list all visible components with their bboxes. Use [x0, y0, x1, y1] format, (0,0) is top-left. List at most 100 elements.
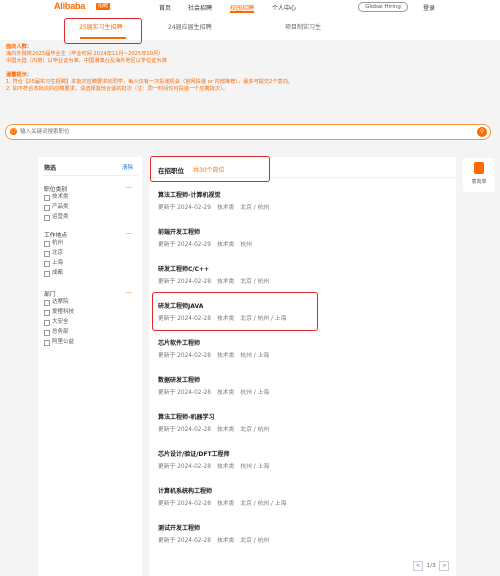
job-updated: 更新于 2024-02-28	[158, 353, 211, 359]
job-meta: 更新于 2024-02-28 技术类 北京 / 杭州	[158, 276, 448, 285]
prev-page-button[interactable]: <	[413, 561, 423, 571]
job-item[interactable]: 算法工程师-计算机视觉 更新于 2024-02-29 技术类 北京 / 杭州	[158, 190, 448, 220]
checkbox[interactable]	[44, 241, 50, 247]
intention-list-widget[interactable]: 意向单	[463, 158, 495, 192]
checkbox[interactable]	[44, 320, 50, 326]
checkbox[interactable]	[44, 261, 50, 267]
nav-social-recruit[interactable]: 社会招聘	[188, 3, 212, 12]
job-item[interactable]: 芯片软件工程师 更新于 2024-02-28 技术类 杭州 / 上海	[158, 338, 448, 368]
checkbox[interactable]	[44, 205, 50, 211]
checkbox[interactable]	[44, 251, 50, 257]
filter-option[interactable]: 北京	[44, 248, 136, 258]
filter-option[interactable]: 总务部	[44, 327, 136, 337]
checkbox[interactable]	[44, 215, 50, 221]
job-item[interactable]: 算法工程师-机器学习 更新于 2024-02-28 技术类 北京 / 杭州	[158, 412, 448, 442]
search-icon: ○	[10, 128, 17, 135]
job-category: 技术类	[216, 242, 235, 248]
logo-badge: 招聘	[96, 3, 111, 10]
job-title[interactable]: 前端开发工程师	[158, 227, 448, 236]
filter-group-title[interactable]: 职位类别 —	[44, 184, 136, 193]
job-updated: 更新于 2024-02-29	[158, 205, 211, 211]
job-category: 技术类	[216, 279, 235, 285]
job-meta: 更新于 2024-02-28 技术类 杭州 / 上海	[158, 461, 448, 470]
collapse-icon[interactable]: —	[126, 289, 132, 296]
job-item[interactable]: 数据研发工程师 更新于 2024-02-28 技术类 杭州 / 上海	[158, 375, 448, 405]
job-item[interactable]: 芯片设计/验证/DFT工程师 更新于 2024-02-28 技术类 杭州 / 上海	[158, 449, 448, 479]
filter-group-location: 工作地点 — 杭州 北京 上海 成都	[44, 230, 136, 278]
checkbox[interactable]	[44, 310, 50, 316]
job-category: 技术类	[216, 390, 235, 396]
job-category: 技术类	[216, 538, 235, 544]
notice-panel: 面向人群： 海内外院校2025届毕业生（毕业时间 2024年11月~2025年1…	[6, 44, 486, 93]
job-updated: 更新于 2024-02-28	[158, 279, 211, 285]
checkbox[interactable]	[44, 330, 50, 336]
filter-option[interactable]: 杭州	[44, 238, 136, 248]
filter-option-label: 大安全	[52, 319, 69, 325]
filter-option[interactable]: 产品类	[44, 202, 136, 212]
job-updated: 更新于 2024-02-28	[158, 390, 211, 396]
checkbox[interactable]	[44, 300, 50, 306]
filter-option[interactable]: 运营类	[44, 212, 136, 222]
search-submit-icon[interactable]: ⚲	[477, 127, 487, 137]
job-location: 北京 / 杭州	[240, 427, 270, 433]
collapse-icon[interactable]: —	[126, 230, 132, 237]
job-location: 北京 / 杭州	[240, 538, 270, 544]
job-search-bar: ○ ⚲	[5, 124, 491, 140]
filter-option-label: 阿里公益	[52, 339, 75, 345]
job-location: 杭州	[240, 242, 252, 248]
filter-option-label: 爱橙科技	[52, 309, 75, 315]
next-page-button[interactable]: >	[439, 561, 450, 571]
tab-project-intern[interactable]: 项目制实习生	[285, 22, 321, 31]
job-title[interactable]: 芯片软件工程师	[158, 338, 448, 347]
tips-title: 温馨提示：	[6, 72, 32, 78]
tip-line: 1. 符合【25届实习生招聘】本批次应聘要求的同学，每人仅有一次投递机会（官网投…	[6, 79, 294, 85]
job-updated: 更新于 2024-02-28	[158, 427, 211, 433]
checkbox[interactable]	[44, 271, 50, 277]
filter-option-label: 总务部	[52, 329, 69, 335]
job-updated: 更新于 2024-02-28	[158, 538, 211, 544]
job-updated: 更新于 2024-02-28	[158, 501, 211, 507]
job-title[interactable]: 芯片设计/验证/DFT工程师	[158, 449, 448, 458]
filter-group-title[interactable]: 部门 —	[44, 289, 136, 298]
job-item[interactable]: 测试开发工程师 更新于 2024-02-28 技术类 北京 / 杭州	[158, 523, 448, 553]
tab-24-graduate[interactable]: 24届应届生招聘	[168, 22, 212, 31]
filter-option[interactable]: 达摩院	[44, 297, 136, 307]
annotation-box-java	[152, 292, 318, 331]
global-hiring-button[interactable]: Global Hiring	[358, 2, 408, 12]
audience-title: 面向人群：	[6, 44, 32, 50]
filter-option[interactable]: 成都	[44, 268, 136, 278]
filter-option[interactable]: 技术类	[44, 192, 136, 202]
job-title[interactable]: 算法工程师-计算机视觉	[158, 190, 448, 199]
filter-option[interactable]: 上海	[44, 258, 136, 268]
filter-group-category: 职位类别 — 技术类 产品类 运营类	[44, 184, 136, 222]
job-item[interactable]: 研发工程师C/C++ 更新于 2024-02-28 技术类 北京 / 杭州	[158, 264, 448, 294]
job-category: 技术类	[216, 464, 235, 470]
job-item[interactable]: 计算机系统构工程师 更新于 2024-02-28 技术类 北京 / 杭州 / 上海	[158, 486, 448, 516]
job-title[interactable]: 研发工程师C/C++	[158, 264, 448, 273]
intention-list-label: 意向单	[471, 179, 487, 185]
filter-title: 筛选	[44, 165, 57, 172]
filter-option[interactable]: 阿里公益	[44, 337, 136, 347]
filter-group-title[interactable]: 工作地点 —	[44, 230, 136, 239]
collapse-icon[interactable]: —	[126, 184, 132, 191]
login-link[interactable]: 登录	[423, 3, 435, 12]
filter-option-label: 运营类	[52, 214, 69, 220]
search-input[interactable]	[20, 127, 460, 136]
job-updated: 更新于 2024-02-28	[158, 464, 211, 470]
job-title[interactable]: 算法工程师-机器学习	[158, 412, 448, 421]
filter-group-department: 部门 — 达摩院 爱橙科技 大安全 总务部 阿里公益	[44, 289, 136, 347]
filter-option[interactable]: 大安全	[44, 317, 136, 327]
nav-personal-center[interactable]: 个人中心	[272, 3, 296, 12]
job-title[interactable]: 测试开发工程师	[158, 523, 448, 532]
filter-option[interactable]: 爱橙科技	[44, 307, 136, 317]
filter-option-label: 达摩院	[52, 299, 69, 305]
job-meta: 更新于 2024-02-28 技术类 北京 / 杭州 / 上海	[158, 498, 448, 507]
checkbox[interactable]	[44, 340, 50, 346]
filter-clear-button[interactable]: 清除	[122, 163, 133, 171]
checkbox[interactable]	[44, 195, 50, 201]
job-title[interactable]: 数据研发工程师	[158, 375, 448, 384]
alibaba-logo[interactable]: Alibaba	[54, 1, 85, 11]
job-title[interactable]: 计算机系统构工程师	[158, 486, 448, 495]
job-item[interactable]: 前端开发工程师 更新于 2024-02-29 技术类 杭州	[158, 227, 448, 257]
nav-home[interactable]: 首页	[159, 3, 171, 12]
